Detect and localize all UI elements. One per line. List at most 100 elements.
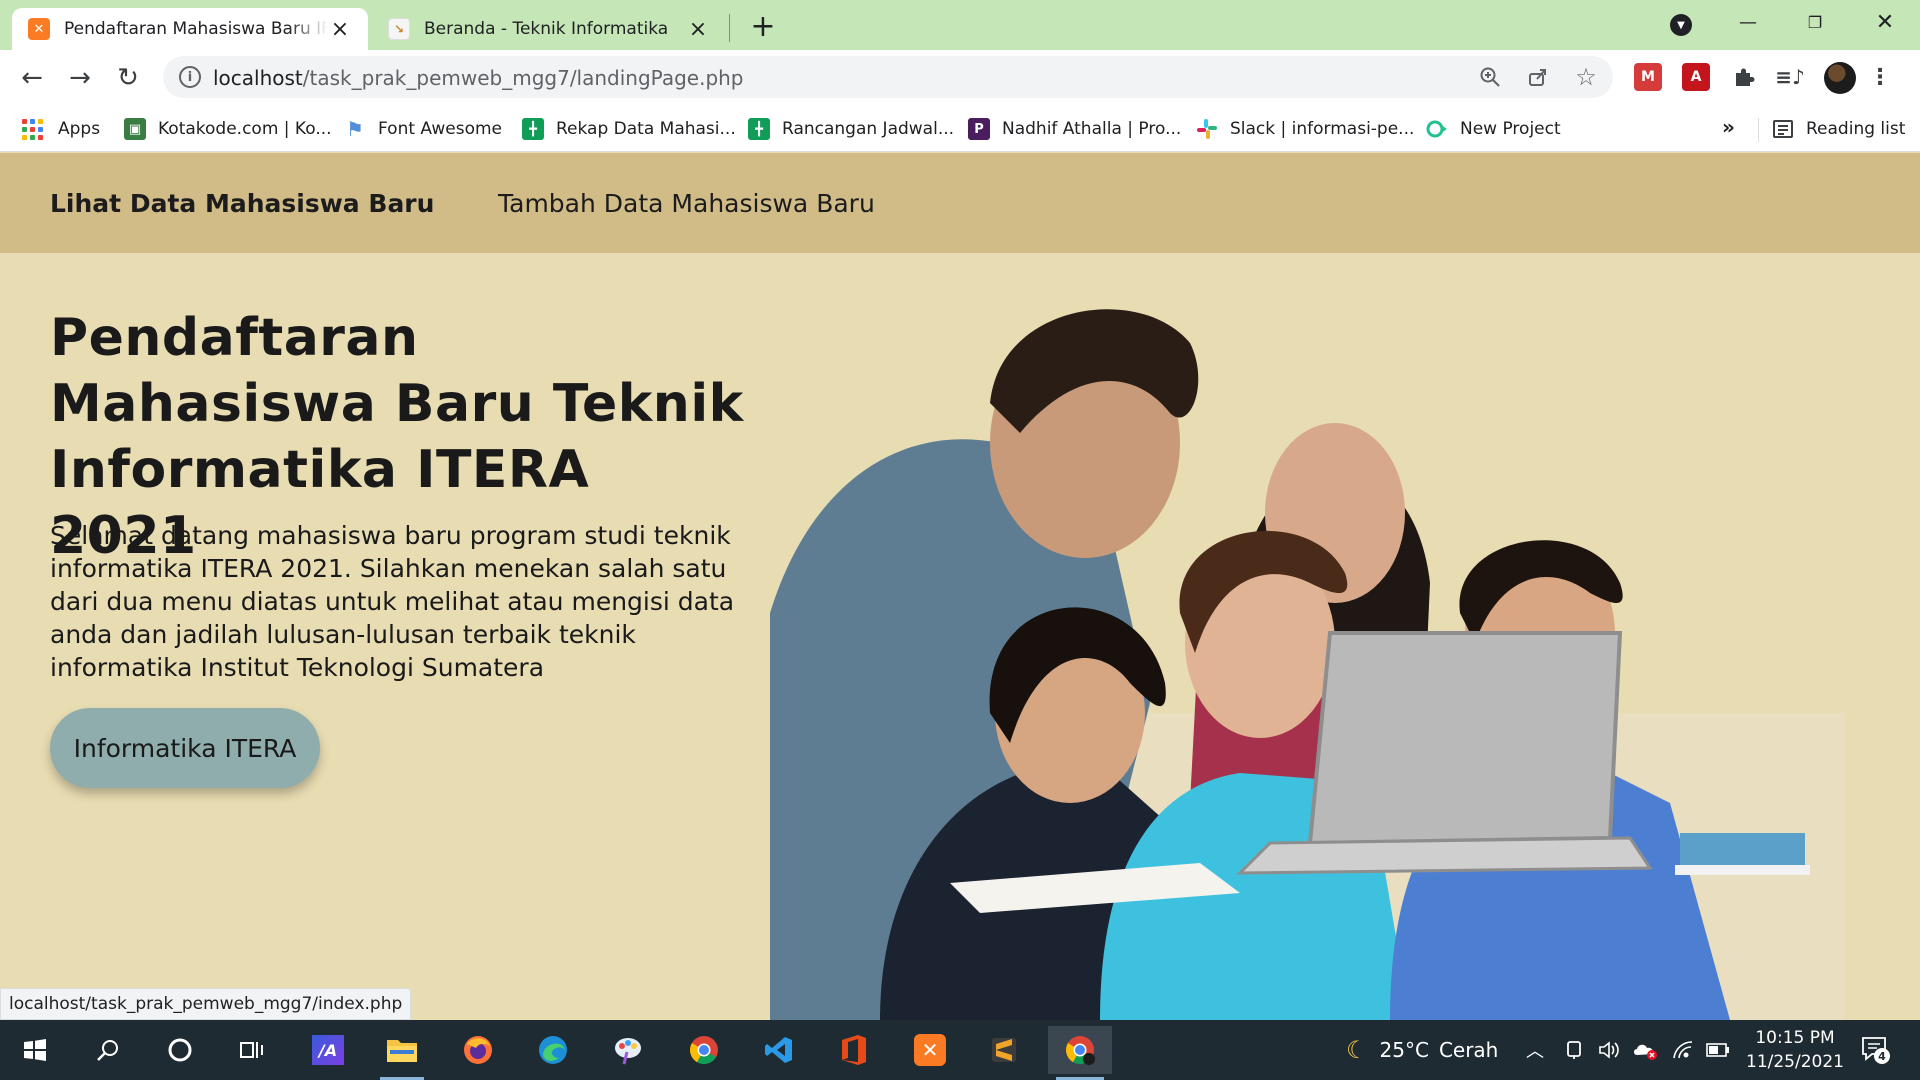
task-view-icon[interactable]: [222, 1026, 282, 1074]
project-icon: [1426, 118, 1448, 140]
tab-strip: ✕ Pendaftaran Mahasiswa Baru IF 2021 × ↘…: [0, 0, 1920, 50]
flag-icon: ⚑: [346, 117, 364, 141]
battery-icon[interactable]: [1706, 1020, 1730, 1080]
notification-center-icon[interactable]: 4: [1860, 1034, 1890, 1064]
hero-section: Pendaftaran Mahasiswa Baru Teknik Inform…: [0, 253, 1920, 1020]
show-hidden-icons-icon[interactable]: ︿: [1526, 1020, 1544, 1080]
weather-text: Cerah: [1438, 1038, 1499, 1062]
paint-3d-icon[interactable]: [598, 1026, 658, 1074]
students-laptop-image: [770, 309, 1845, 1020]
bookmark-label: Rekap Data Mahasi...: [556, 119, 736, 139]
bookmark-label: Apps: [58, 119, 101, 139]
bookmark-slack[interactable]: Slack | informasi-pe...: [1196, 115, 1414, 143]
windows-start-icon[interactable]: [5, 1026, 65, 1074]
address-bar[interactable]: i localhost/task_prak_pemweb_mgg7/landin…: [163, 56, 1613, 98]
bookmark-rekap-data[interactable]: ╋ Rekap Data Mahasi...: [522, 115, 736, 143]
tab-title: Beranda - Teknik Informatika: [424, 19, 669, 39]
menu-kebab-icon[interactable]: ⋮: [1869, 63, 1891, 91]
browser-toolbar: ← → ↻ i localhost/task_prak_pemweb_mgg7/…: [0, 50, 1920, 106]
site-info-icon[interactable]: i: [179, 66, 201, 88]
sheets-icon: ╋: [748, 118, 770, 140]
apps-grid-icon: [22, 118, 44, 140]
back-icon[interactable]: ←: [16, 62, 48, 94]
bookmark-rancangan-jadwal[interactable]: ╋ Rancangan Jadwal...: [748, 115, 954, 143]
close-window-button[interactable]: ✕: [1855, 6, 1915, 38]
office-icon[interactable]: [824, 1026, 884, 1074]
windows-taskbar: /A ✕ ☾ 25°C Cerah ︿ 10:15 PM 11/25/2021 …: [0, 1020, 1920, 1080]
bookmark-label: Font Awesome: [378, 119, 502, 139]
sublime-icon[interactable]: [974, 1026, 1034, 1074]
sheets-icon: ╋: [522, 118, 544, 140]
tab-inactive[interactable]: ↘ Beranda - Teknik Informatika ×: [372, 8, 726, 50]
url-text[interactable]: localhost/task_prak_pemweb_mgg7/landingP…: [213, 66, 744, 90]
reload-icon[interactable]: ↻: [112, 62, 144, 94]
zoom-icon[interactable]: [1477, 64, 1503, 90]
extensions-puzzle-icon[interactable]: [1730, 63, 1758, 91]
slack-icon: [1196, 118, 1218, 140]
profile-avatar[interactable]: [1824, 62, 1856, 94]
reading-list-button[interactable]: Reading list: [1772, 115, 1905, 143]
tab-search-icon[interactable]: ▼: [1670, 14, 1692, 36]
reading-list-label: Reading list: [1806, 119, 1906, 139]
clock[interactable]: 10:15 PM 11/25/2021: [1730, 1026, 1860, 1074]
edge-icon[interactable]: [523, 1026, 583, 1074]
onedrive-error-icon[interactable]: [1632, 1020, 1658, 1080]
bookmark-apps[interactable]: Apps: [22, 115, 100, 143]
app-launcher-icon[interactable]: /A: [298, 1026, 358, 1074]
link-status-bubble: localhost/task_prak_pemweb_mgg7/index.ph…: [0, 988, 412, 1020]
minimize-button[interactable]: —: [1718, 6, 1778, 38]
bookmark-label: Kotakode.com | Ko...: [158, 119, 332, 139]
mendeley-extension-icon[interactable]: M: [1634, 63, 1662, 91]
more-bookmarks-icon[interactable]: »: [1722, 115, 1735, 139]
bookmark-nadhif-athalla[interactable]: P Nadhif Athalla | Pro...: [968, 115, 1181, 143]
close-tab-icon[interactable]: ×: [328, 17, 352, 42]
forward-icon[interactable]: →: [64, 62, 96, 94]
clock-date: 11/25/2021: [1746, 1052, 1844, 1072]
informatika-itera-button[interactable]: Informatika ITERA: [50, 708, 320, 788]
bookmark-new-project[interactable]: New Project: [1426, 115, 1561, 143]
file-explorer-icon[interactable]: [372, 1026, 432, 1080]
notification-count-badge: 4: [1874, 1048, 1890, 1064]
bookmark-label: Slack | informasi-pe...: [1230, 119, 1415, 139]
weather-widget[interactable]: ☾ 25°C Cerah: [1346, 1020, 1498, 1080]
weather-moon-icon: ☾: [1346, 1036, 1368, 1064]
chrome-active-icon[interactable]: [1048, 1026, 1112, 1080]
new-tab-button[interactable]: +: [748, 9, 778, 44]
bookmark-star-icon[interactable]: ☆: [1573, 63, 1599, 91]
bookmarks-separator: [1758, 118, 1759, 142]
bookmarks-bar: Apps ▣ Kotakode.com | Ko... ⚑ Font Aweso…: [0, 106, 1920, 152]
media-control-icon[interactable]: ≡♪: [1775, 63, 1805, 91]
volume-icon[interactable]: [1598, 1020, 1620, 1080]
weather-temp: 25°C: [1379, 1038, 1429, 1062]
bookmark-label: Nadhif Athalla | Pro...: [1002, 119, 1182, 139]
clock-time: 10:15 PM: [1755, 1028, 1835, 1048]
share-icon[interactable]: [1525, 64, 1551, 90]
nav-link-view-data[interactable]: Lihat Data Mahasiswa Baru: [50, 189, 434, 218]
close-tab-icon[interactable]: ×: [686, 17, 710, 42]
kotakode-icon: ▣: [124, 118, 146, 140]
hero-description: Selamat datang mahasiswa baru program st…: [50, 521, 735, 682]
tab-active[interactable]: ✕ Pendaftaran Mahasiswa Baru IF 2021 ×: [12, 8, 368, 50]
wifi-icon[interactable]: [1672, 1020, 1694, 1080]
bookmark-font-awesome[interactable]: ⚑ Font Awesome: [344, 115, 502, 143]
tab-title: Pendaftaran Mahasiswa Baru IF 2021: [64, 19, 328, 39]
search-icon[interactable]: [78, 1026, 138, 1074]
restore-button[interactable]: ❐: [1785, 6, 1845, 38]
site-navbar: Lihat Data Mahasiswa Baru Tambah Data Ma…: [0, 153, 1920, 253]
bookmark-label: New Project: [1460, 119, 1561, 139]
nav-link-add-data[interactable]: Tambah Data Mahasiswa Baru: [498, 189, 875, 218]
xampp-icon: ✕: [28, 18, 50, 40]
bookmark-label: Rancangan Jadwal...: [782, 119, 955, 139]
firefox-icon[interactable]: [448, 1026, 508, 1074]
pdf-extension-icon[interactable]: A: [1682, 63, 1710, 91]
vscode-icon[interactable]: [749, 1026, 809, 1074]
tab-separator: [729, 14, 730, 42]
reading-list-icon: [1772, 118, 1794, 140]
device-icon[interactable]: [1564, 1020, 1584, 1080]
chrome-icon[interactable]: [674, 1026, 734, 1074]
page-icon: ↘: [388, 18, 410, 40]
cortana-icon[interactable]: [150, 1026, 210, 1074]
bookmark-kotakode[interactable]: ▣ Kotakode.com | Ko...: [124, 115, 332, 143]
xampp-taskbar-icon[interactable]: ✕: [900, 1026, 960, 1074]
portfolio-icon: P: [968, 118, 990, 140]
